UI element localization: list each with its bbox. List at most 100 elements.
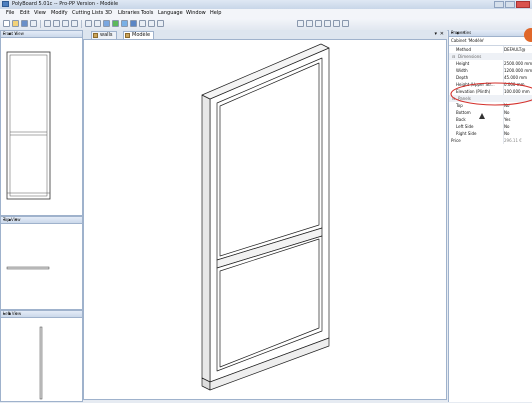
tab-walls[interactable]: walls bbox=[91, 31, 117, 39]
redo-icon[interactable] bbox=[94, 20, 101, 27]
toolbar-separator bbox=[40, 20, 41, 28]
frame-left-edge bbox=[201, 94, 211, 383]
panel-controls[interactable]: ▾ ▪ ✕ bbox=[3, 217, 80, 222]
paste-icon[interactable] bbox=[71, 20, 78, 27]
menu-cutting-lists[interactable]: Cutting Lists bbox=[72, 10, 103, 16]
property-row[interactable]: Elevation (Plinth) 100.000 mm bbox=[449, 88, 532, 95]
property-row[interactable]: Width 1200.000 mm bbox=[449, 67, 532, 74]
property-value[interactable]: No bbox=[504, 102, 532, 109]
cut-icon[interactable] bbox=[30, 20, 37, 27]
properties-header: Properties ▾ ▪ ✕ bbox=[449, 30, 532, 37]
menu-file[interactable]: File bbox=[6, 10, 14, 16]
property-key: Width bbox=[456, 68, 468, 73]
save-icon[interactable] bbox=[21, 20, 28, 27]
new-file-icon[interactable] bbox=[3, 20, 10, 27]
menu-modify[interactable]: Modify bbox=[51, 10, 68, 16]
property-value[interactable]: 296.11 € bbox=[504, 137, 532, 144]
top-view-panel: Top View ▾ ▪ ✕ bbox=[0, 216, 83, 310]
menu-libraries[interactable]: Libraries bbox=[118, 10, 140, 16]
property-row[interactable]: Height (Upper Str... 0.000 mm bbox=[449, 81, 532, 88]
property-row[interactable]: Depth 45.000 mm bbox=[449, 74, 532, 81]
property-key: Depth bbox=[456, 75, 469, 80]
close-tab-icon[interactable]: ✕ bbox=[440, 31, 444, 37]
property-row[interactable]: Top No bbox=[449, 102, 532, 109]
drawer-icon[interactable] bbox=[130, 20, 137, 27]
property-key: Top bbox=[456, 103, 463, 108]
zoom-out-icon[interactable] bbox=[306, 20, 313, 27]
property-key: Dimensions bbox=[458, 54, 482, 59]
pan-icon[interactable] bbox=[342, 20, 349, 27]
zoom-window-icon[interactable] bbox=[315, 20, 322, 27]
close-button[interactable] bbox=[516, 1, 530, 8]
zoom-extents-icon[interactable] bbox=[324, 20, 331, 27]
panel-controls[interactable]: ▾ ▪ ✕ bbox=[3, 31, 80, 36]
property-row[interactable]: Bottom No bbox=[449, 109, 532, 116]
minimize-button[interactable] bbox=[494, 1, 504, 8]
zoom-in-icon[interactable] bbox=[297, 20, 304, 27]
tab-walls-label: walls bbox=[100, 32, 113, 38]
open-folder-icon[interactable] bbox=[12, 20, 19, 27]
property-value[interactable]: No bbox=[504, 123, 532, 130]
property-row[interactable]: Right Side No bbox=[449, 130, 532, 137]
mouse-cursor-icon bbox=[479, 113, 485, 119]
print-preview-icon[interactable] bbox=[53, 20, 60, 27]
property-row[interactable]: Price 296.11 € bbox=[449, 137, 532, 144]
menu-edit[interactable]: Edit bbox=[20, 10, 30, 16]
parameters-icon[interactable] bbox=[148, 20, 155, 27]
panel-icon[interactable] bbox=[112, 20, 119, 27]
property-value[interactable]: 2500.000 mm bbox=[504, 60, 532, 67]
tab-modele-label: Modèle bbox=[132, 32, 151, 38]
window-title: PolyBoard 5.01c -- Pro-PP Version - Modè… bbox=[12, 1, 119, 7]
undo-icon[interactable] bbox=[85, 20, 92, 27]
property-value[interactable]: Yes bbox=[504, 116, 532, 123]
menu-language[interactable]: Language bbox=[158, 10, 183, 16]
collapse-icon[interactable]: ⊟ bbox=[452, 95, 455, 102]
property-group[interactable]: ⊟ Panels bbox=[449, 95, 532, 102]
front-outer-frame bbox=[6, 51, 51, 200]
property-value[interactable]: 0.000 mm bbox=[504, 81, 532, 88]
selected-object: Cabinet 'Modèle' bbox=[451, 38, 485, 43]
property-row[interactable]: Left Side No bbox=[449, 123, 532, 130]
property-key: Height (Upper Str... bbox=[456, 82, 495, 87]
window-controls bbox=[494, 1, 530, 8]
property-value[interactable]: 1200.000 mm bbox=[504, 67, 532, 74]
menu-window[interactable]: Window bbox=[186, 10, 206, 16]
menu-view[interactable]: View bbox=[34, 10, 46, 16]
property-value[interactable]: 45.000 mm bbox=[504, 74, 532, 81]
property-group[interactable]: ⊟ Dimensions bbox=[449, 53, 532, 60]
property-key: Right Side bbox=[456, 131, 477, 136]
menu-help[interactable]: Help bbox=[210, 10, 221, 16]
property-value[interactable]: DEFAULT@ bbox=[504, 46, 532, 53]
property-key: Panels bbox=[458, 96, 471, 101]
object-selector[interactable]: Cabinet 'Modèle' bbox=[449, 37, 532, 46]
left-view-panel: Left View ▾ ▪ ✕ bbox=[0, 310, 83, 402]
cabinet-icon[interactable] bbox=[103, 20, 110, 27]
maximize-button[interactable] bbox=[505, 1, 515, 8]
property-value[interactable]: 100.000 mm bbox=[504, 88, 532, 95]
print-icon[interactable] bbox=[44, 20, 51, 27]
property-value[interactable]: No bbox=[504, 109, 532, 116]
top-view-drawing bbox=[6, 266, 50, 270]
tab-modele[interactable]: Modèle bbox=[123, 31, 155, 39]
menu-3d[interactable]: 3D bbox=[105, 10, 112, 16]
door-icon[interactable] bbox=[121, 20, 128, 27]
front-view-panel: Front View ▾ ▪ ✕ bbox=[0, 30, 83, 216]
properties-panel: Properties ▾ ▪ ✕ Cabinet 'Modèle' Method… bbox=[448, 28, 532, 402]
property-value[interactable]: No bbox=[504, 130, 532, 137]
property-row[interactable]: Method DEFAULT@ bbox=[449, 46, 532, 53]
property-row[interactable]: Height 2500.000 mm bbox=[449, 60, 532, 67]
collapse-icon[interactable]: ⊟ bbox=[452, 53, 455, 60]
3d-viewport[interactable] bbox=[83, 39, 447, 400]
tab-list-arrow[interactable]: ▾ bbox=[434, 31, 437, 37]
fitting-icon[interactable] bbox=[139, 20, 146, 27]
corner-indicator bbox=[524, 28, 532, 42]
copy-icon[interactable] bbox=[62, 20, 69, 27]
menu-tools[interactable]: Tools bbox=[141, 10, 153, 16]
rotate-icon[interactable] bbox=[333, 20, 340, 27]
calculator-icon[interactable] bbox=[157, 20, 164, 27]
panel-controls[interactable]: ▾ ▪ ✕ bbox=[451, 30, 530, 35]
property-row[interactable]: Back Yes bbox=[449, 116, 532, 123]
panel-controls[interactable]: ▾ ▪ ✕ bbox=[3, 311, 80, 316]
front-view-drawing bbox=[6, 51, 51, 200]
property-key: Left Side bbox=[456, 124, 474, 129]
